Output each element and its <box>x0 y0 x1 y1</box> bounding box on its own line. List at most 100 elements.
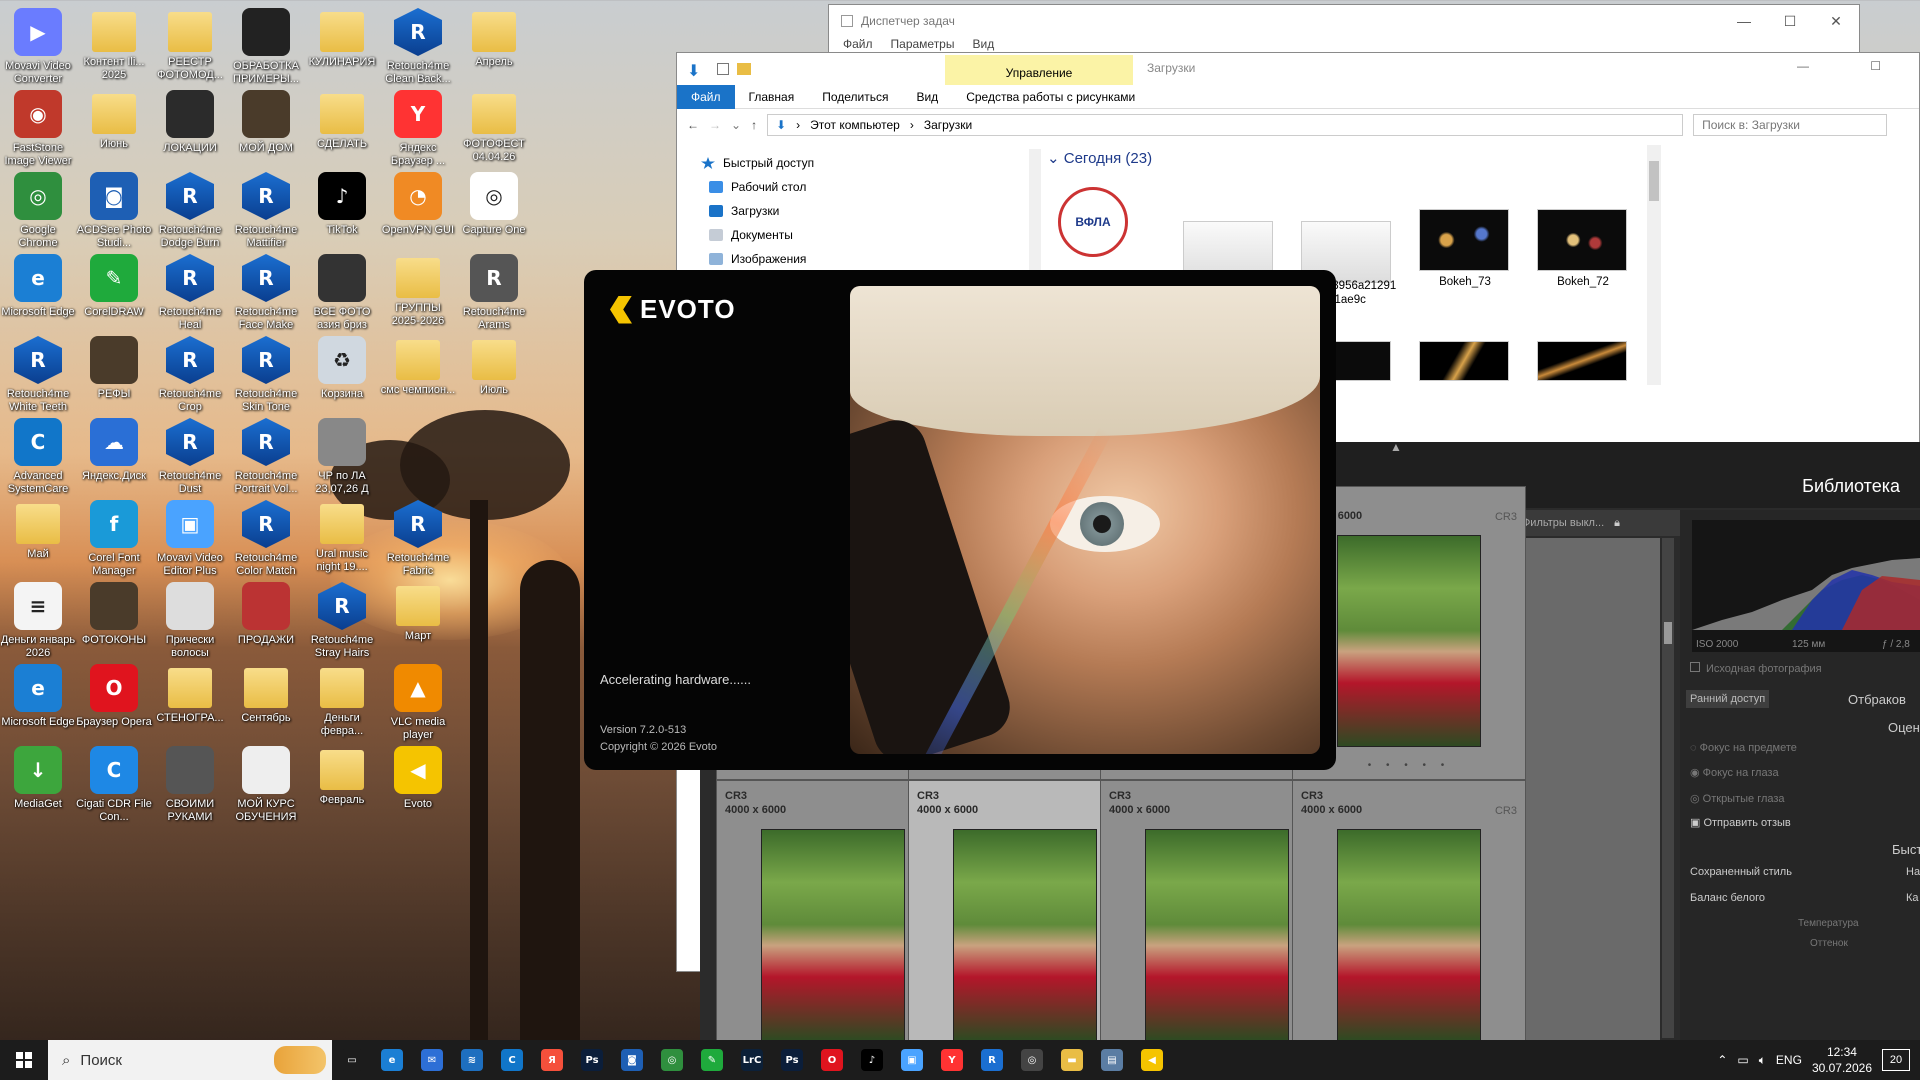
tray-overflow-icon[interactable]: ⌃ <box>1717 1053 1727 1067</box>
taskbar-app[interactable]: ◀ <box>1132 1040 1172 1080</box>
white-balance-select[interactable]: Ка <box>1906 892 1919 904</box>
saved-style-row[interactable]: Сохраненный стиль <box>1690 866 1792 878</box>
taskbar-app[interactable]: ◎ <box>652 1040 692 1080</box>
collapse-up-icon[interactable]: ▲ <box>1390 440 1402 454</box>
nav-desktop[interactable]: Рабочий стол <box>677 175 1027 199</box>
photo-cell[interactable]: CR34000 x 6000CR3• • • • • <box>1292 780 1526 1074</box>
focus-eyes-row[interactable]: ◉ Фокус на глаза <box>1690 766 1779 779</box>
clock[interactable]: 12:34 30.07.2026 <box>1812 1044 1872 1076</box>
reject-section[interactable]: Отбраков <box>1848 692 1906 707</box>
desktop-icon-label: VLC media player <box>390 716 446 741</box>
start-button[interactable] <box>0 1040 48 1080</box>
white-balance-row[interactable]: Баланс белого <box>1690 892 1765 904</box>
taskbar-app[interactable]: ▣ <box>892 1040 932 1080</box>
taskbar-app[interactable]: ◙ <box>612 1040 652 1080</box>
module-library[interactable]: Библиотека <box>1802 476 1900 497</box>
tab-view[interactable]: Вид <box>902 90 952 104</box>
grid-scrollbar[interactable] <box>1662 538 1674 1038</box>
desktop-icon[interactable]: Февраль <box>304 742 380 838</box>
tab-file[interactable]: Файл <box>677 84 735 109</box>
group-today[interactable]: ⌄ Сегодня (23) <box>1047 149 1152 167</box>
quick-develop-header[interactable]: Быст <box>1892 842 1920 857</box>
file-thumb-logo[interactable]: ВФЛА <box>1047 177 1139 267</box>
file-thumb-bokeh[interactable] <box>1419 209 1509 271</box>
menu-file[interactable]: Файл <box>843 37 873 51</box>
up-icon[interactable]: ↑ <box>751 118 757 132</box>
taskbar-app[interactable]: ▤ <box>1092 1040 1132 1080</box>
taskbar-app[interactable]: ♪ <box>852 1040 892 1080</box>
taskbar-app[interactable]: Ps <box>572 1040 612 1080</box>
volume-icon[interactable]: 🔈︎ <box>1759 1053 1766 1068</box>
menu-options[interactable]: Параметры <box>891 37 955 51</box>
taskbar-app[interactable]: LrC <box>732 1040 772 1080</box>
file-thumb-bokeh[interactable] <box>1537 209 1627 271</box>
send-feedback-row[interactable]: ▣ Отправить отзыв <box>1690 816 1791 829</box>
desktop-icon[interactable]: ◀ Evoto <box>380 742 456 838</box>
desktop-icon-label: ПРОДАЖИ <box>237 634 295 646</box>
forward-icon[interactable]: → <box>709 118 721 132</box>
notifications-icon[interactable]: 20 <box>1882 1049 1910 1071</box>
desktop-icon[interactable]: смс чемпион... <box>380 332 456 428</box>
nav-documents[interactable]: Документы <box>677 223 1027 247</box>
taskbar-app[interactable]: ≋ <box>452 1040 492 1080</box>
taskbar-search[interactable]: ⌕ Поиск <box>48 1040 332 1080</box>
taskbar-app[interactable]: Я <box>532 1040 572 1080</box>
open-eyes-row[interactable]: ◎ Открытые глаза <box>1690 792 1785 805</box>
breadcrumb-this-pc[interactable]: Этот компьютер <box>810 118 900 132</box>
nav-pictures[interactable]: Изображения <box>677 247 1027 271</box>
maximize-icon[interactable]: ☐ <box>1767 5 1813 37</box>
taskbar-app[interactable]: ✉ <box>412 1040 452 1080</box>
nav-downloads[interactable]: Загрузки <box>677 199 1027 223</box>
lock-icon[interactable]: 🔒︎ <box>1614 517 1620 530</box>
search-input[interactable]: Поиск в: Загрузки <box>1693 114 1888 136</box>
taskbar-app[interactable]: R <box>972 1040 1012 1080</box>
tab-home[interactable]: Главная <box>735 90 809 104</box>
taskbar-app[interactable]: ▭ <box>332 1040 372 1080</box>
taskbar-app[interactable]: O <box>812 1040 852 1080</box>
desktop-icon[interactable]: C Cigati CDR File Con... <box>76 742 152 838</box>
nav-quick-access[interactable]: Быстрый доступ <box>677 151 1027 175</box>
desktop-icon[interactable]: СВОИМИ РУКАМИ <box>152 742 228 838</box>
desktop-icon[interactable]: ↓ MediaGet <box>0 742 76 838</box>
taskbar-app[interactable]: ✎ <box>692 1040 732 1080</box>
taskbar-app[interactable]: ◎ <box>1012 1040 1052 1080</box>
menu-view[interactable]: Вид <box>972 37 994 51</box>
language-indicator[interactable]: ENG <box>1776 1053 1802 1067</box>
content-scrollbar[interactable] <box>1647 145 1661 385</box>
early-access-badge[interactable]: Ранний доступ <box>1686 690 1770 708</box>
tab-picture-tools[interactable]: Средства работы с рисунками <box>952 90 1149 104</box>
file-thumb-bokeh[interactable] <box>1537 341 1627 381</box>
focus-subject-row[interactable]: ◌ Фокус на предмете <box>1690 742 1797 754</box>
scroll-thumb[interactable] <box>1649 161 1659 201</box>
capture-one-icon: ◎ <box>1021 1049 1043 1071</box>
filter-status[interactable]: Фильтры выкл... <box>1522 517 1604 529</box>
close-icon[interactable]: ✕ <box>1813 5 1859 37</box>
scroll-thumb[interactable] <box>1664 622 1672 644</box>
taskbar-app[interactable]: ▬ <box>1052 1040 1092 1080</box>
download-arrow-icon[interactable]: ⬇ <box>687 61 700 81</box>
desktop-icon[interactable]: МОЙ КУРС ОБУЧЕНИЯ <box>228 742 304 838</box>
picture-icon <box>709 253 723 265</box>
tab-share[interactable]: Поделиться <box>808 90 902 104</box>
maximize-icon[interactable]: ☐ <box>1870 59 1881 73</box>
back-icon[interactable]: ← <box>687 118 699 132</box>
taskbar-app[interactable]: e <box>372 1040 412 1080</box>
taskbar-app[interactable]: Ps <box>772 1040 812 1080</box>
file-thumb-bokeh[interactable] <box>1419 341 1509 381</box>
desktop-icon[interactable]: Июль <box>456 332 532 428</box>
original-photo-checkbox[interactable]: Исходная фотография <box>1690 662 1822 675</box>
network-icon[interactable]: ▭ <box>1737 1053 1748 1067</box>
address-bar[interactable]: ⬇ › Этот компьютер › Загрузки <box>767 114 1684 136</box>
manage-tab[interactable]: Управление <box>945 55 1133 85</box>
app-icon <box>320 94 364 134</box>
taskbar-app[interactable]: Y <box>932 1040 972 1080</box>
breadcrumb-downloads[interactable]: Загрузки <box>924 118 972 132</box>
checkbox-icon[interactable] <box>717 63 729 75</box>
minimize-icon[interactable]: — <box>1721 5 1767 37</box>
taskbar-app[interactable]: C <box>492 1040 532 1080</box>
folder-icon[interactable] <box>737 63 751 75</box>
minimize-icon[interactable]: — <box>1797 59 1809 73</box>
recent-icon[interactable]: ⌄ <box>731 118 741 132</box>
rate-section[interactable]: Оцен <box>1888 720 1920 735</box>
saved-style-select[interactable]: На <box>1906 866 1920 878</box>
